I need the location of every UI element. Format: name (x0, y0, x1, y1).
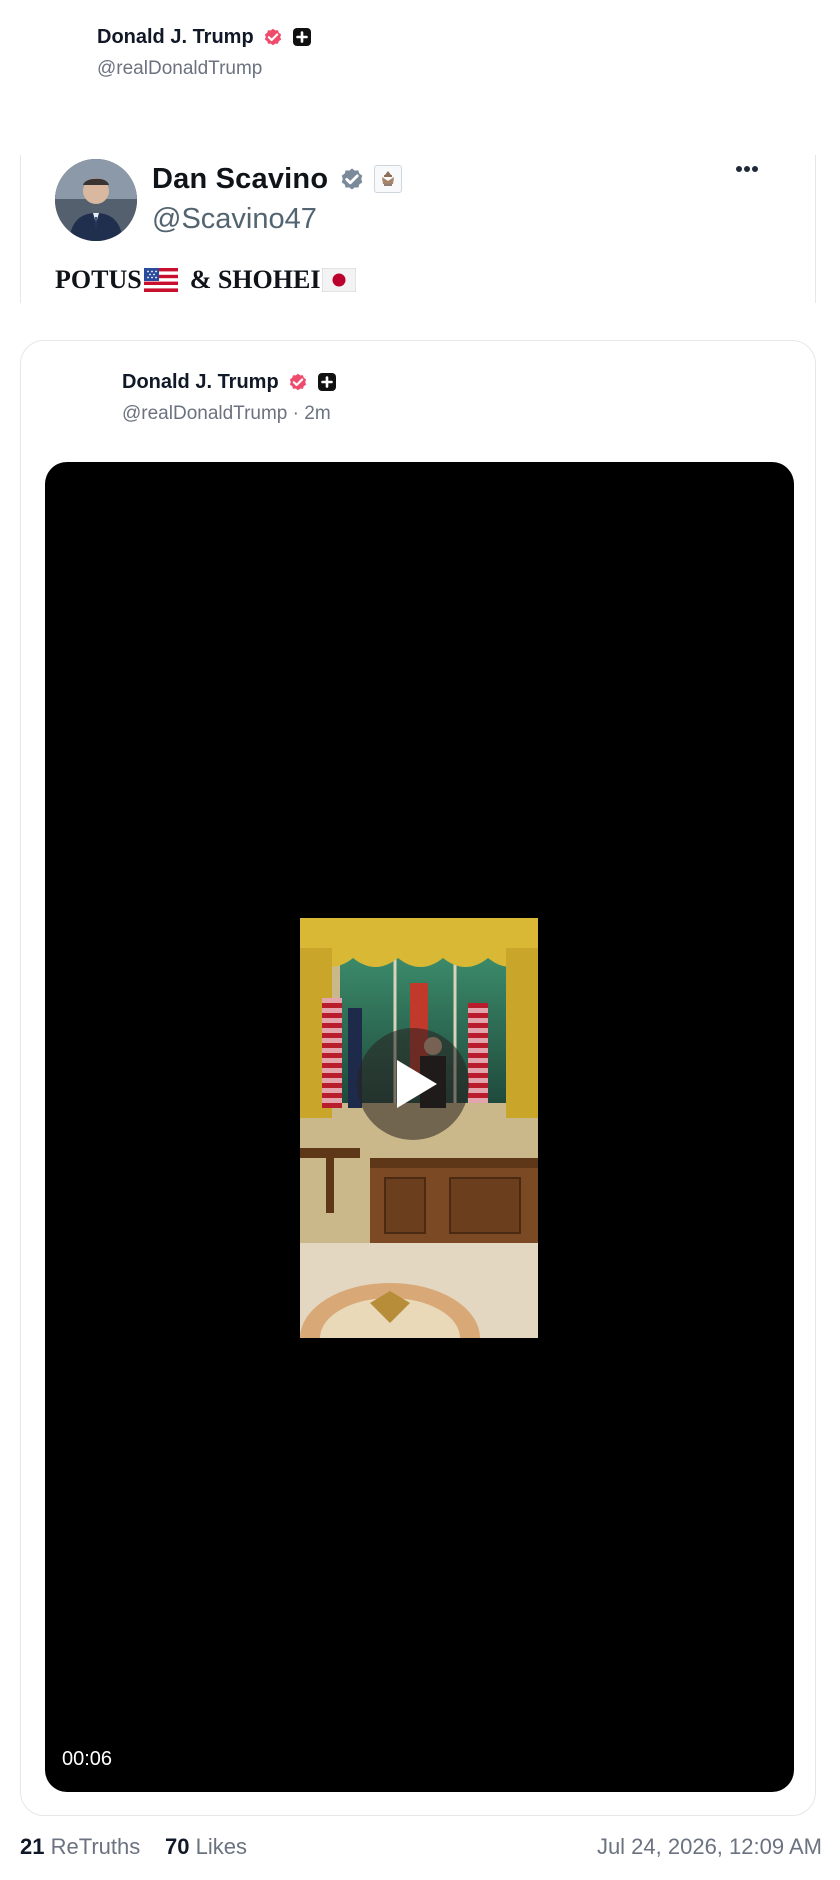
verified-gray-badge-icon (341, 168, 363, 190)
play-button[interactable] (357, 1028, 469, 1140)
plus-square-icon (292, 28, 311, 46)
avatar-image (55, 159, 137, 241)
top-header: Donald J. Trump @realDonaldTrump (97, 22, 312, 80)
likes-count: 70 (165, 1834, 190, 1859)
post-author-name[interactable]: Donald J. Trump (122, 371, 279, 394)
official-seal-icon (374, 165, 403, 193)
author-name[interactable]: Donald J. Trump (97, 26, 254, 49)
video-player[interactable]: 00:06 (45, 462, 794, 1792)
retruths-stat[interactable]: 21 ReTruths (20, 1834, 140, 1860)
plus-square-icon (317, 373, 336, 391)
more-dots-icon[interactable] (727, 159, 767, 179)
avatar[interactable] (55, 159, 137, 241)
top-name-row: Donald J. Trump (97, 22, 312, 52)
author-handle[interactable]: @realDonaldTrump (97, 58, 312, 80)
quoted-post[interactable]: Dan Scavino @Scavino47 POTUS & SHOHEI (20, 155, 816, 303)
quoted-post-text: POTUS & SHOHEI (55, 265, 362, 295)
post-stats: 21 ReTruths 70 Likes Jul 24, 2026, 12:09… (20, 1834, 822, 1864)
quoted-text-part2: & SHOHEI (189, 265, 321, 294)
play-icon (397, 1060, 437, 1108)
quoted-name-row: Dan Scavino (152, 161, 403, 197)
post-author-handle[interactable]: @realDonaldTrump (122, 403, 287, 424)
post-name-row: Donald J. Trump (122, 367, 337, 397)
japan-flag-icon (322, 268, 357, 292)
quoted-author-name[interactable]: Dan Scavino (152, 163, 328, 196)
verified-pink-badge-icon (289, 373, 306, 391)
verified-pink-badge-icon (264, 28, 281, 46)
post-timestamp: Jul 24, 2026, 12:09 AM (596, 1834, 822, 1859)
quoted-text-part1: POTUS (55, 265, 142, 294)
us-flag-icon (143, 268, 178, 292)
post-card[interactable]: Donald J. Trump @realDonaldTrump · 2m 00… (20, 340, 816, 1816)
quoted-author-handle[interactable]: @Scavino47 (152, 203, 317, 236)
likes-stat[interactable]: 70 Likes (165, 1834, 247, 1860)
video-duration: 00:06 (62, 1748, 113, 1770)
separator: · (292, 403, 299, 424)
likes-label: Likes (195, 1834, 247, 1859)
post-time-ago[interactable]: 2m (304, 403, 330, 424)
retruths-count: 21 (20, 1834, 45, 1859)
post-handle-row: @realDonaldTrump · 2m (122, 403, 331, 425)
retruths-label: ReTruths (50, 1834, 141, 1859)
